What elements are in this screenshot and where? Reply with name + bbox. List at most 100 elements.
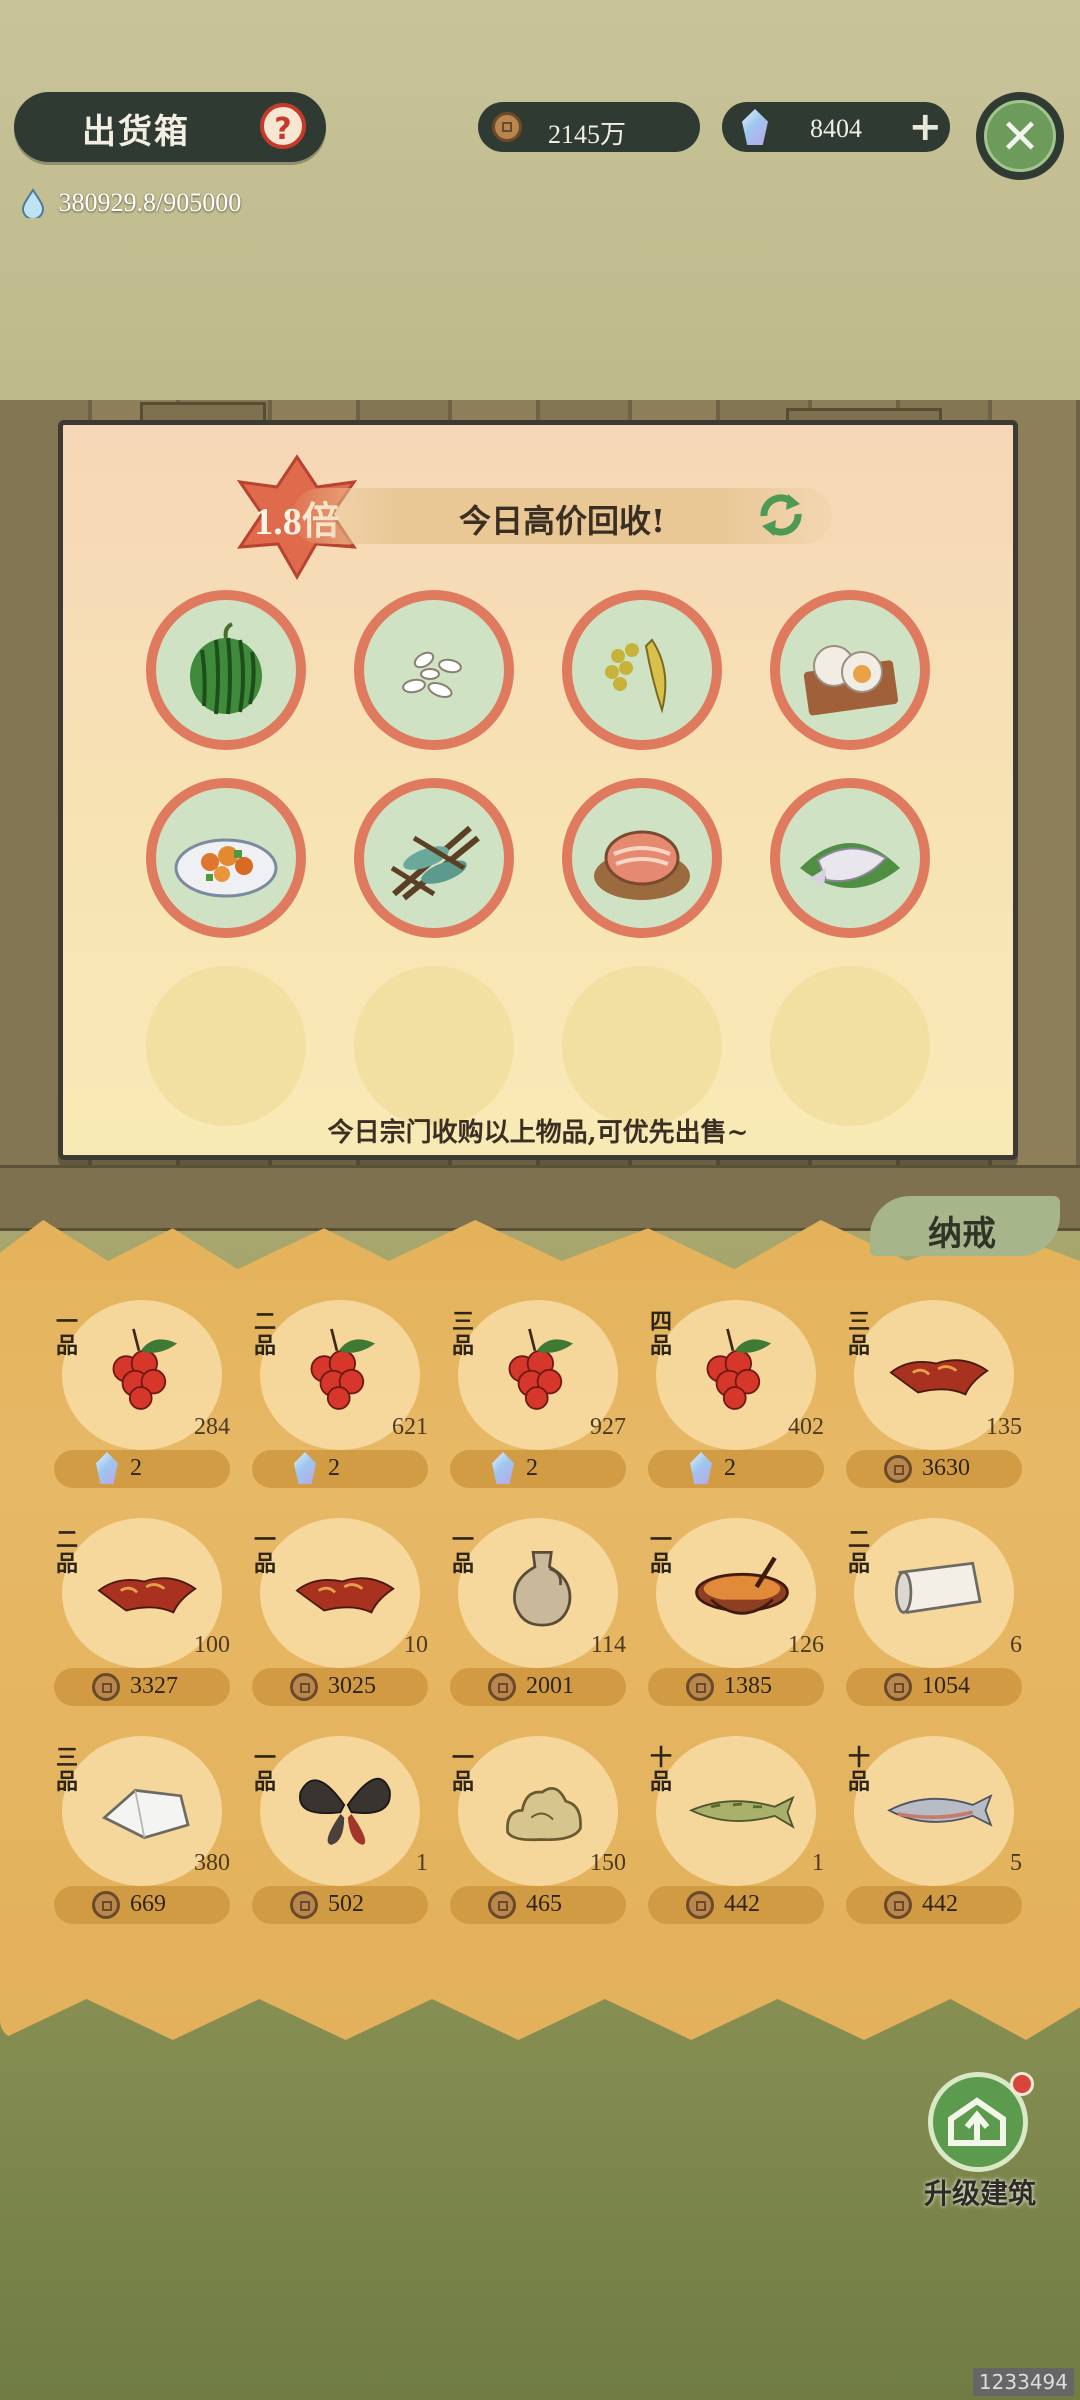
item-grade: 三品 xyxy=(451,1309,474,1359)
inventory-item[interactable]: 二品 6 1054 xyxy=(846,1518,1022,1716)
item-price: 3327 xyxy=(54,1668,230,1706)
fish-on-leaf-icon xyxy=(800,843,900,888)
gem-icon xyxy=(96,1452,118,1484)
item-price: 669 xyxy=(54,1886,230,1924)
recommended-slot[interactable] xyxy=(770,590,930,750)
empty-recommended-slot xyxy=(146,966,306,1126)
item-price: 502 xyxy=(252,1886,428,1924)
item-count: 284 xyxy=(194,1414,230,1440)
item-price-value: 442 xyxy=(724,1891,760,1917)
item-price-value: 2 xyxy=(130,1455,142,1481)
coin-icon xyxy=(92,1673,120,1701)
item-price: 442 xyxy=(846,1886,1022,1924)
refresh-icon[interactable] xyxy=(752,486,810,544)
recommended-slot[interactable] xyxy=(562,778,722,938)
notification-dot xyxy=(1010,2072,1034,2096)
item-price: 442 xyxy=(648,1886,824,1924)
inventory-item[interactable]: 二品 100 3327 xyxy=(54,1518,230,1716)
item-count: 1 xyxy=(416,1850,428,1876)
item-price: 2 xyxy=(252,1450,428,1488)
coin-value: 2145万 xyxy=(548,120,627,149)
item-count: 6 xyxy=(1010,1632,1022,1658)
item-count: 402 xyxy=(788,1414,824,1440)
gem-icon xyxy=(492,1452,514,1484)
inventory-item[interactable]: 一品 126 1385 xyxy=(648,1518,824,1716)
inventory-item[interactable]: 三品 135 3630 xyxy=(846,1300,1022,1498)
inventory-item[interactable]: 四品 402 2 xyxy=(648,1300,824,1498)
item-price: 3025 xyxy=(252,1668,428,1706)
item-price-value: 669 xyxy=(130,1891,166,1917)
recommended-slot[interactable] xyxy=(146,590,306,750)
inventory-item[interactable]: 十品 5 442 xyxy=(846,1736,1022,1934)
coin-icon xyxy=(884,1891,912,1919)
item-price: 1054 xyxy=(846,1668,1022,1706)
item-grade: 三品 xyxy=(55,1745,78,1795)
item-price: 465 xyxy=(450,1886,626,1924)
empty-recommended-slot xyxy=(562,966,722,1126)
item-grade: 十品 xyxy=(649,1745,672,1795)
red-berries-icon xyxy=(112,1328,178,1410)
high-price-banner: 今日高价回收! xyxy=(292,488,832,544)
salmon-fish-icon xyxy=(887,1793,993,1827)
grilled-fish-rack-icon xyxy=(390,825,480,901)
beast-hide-icon xyxy=(97,1577,197,1614)
coin-icon xyxy=(290,1673,318,1701)
coin-icon xyxy=(686,1891,714,1919)
beast-hide-icon xyxy=(295,1577,395,1614)
water-value: 380929.8/905000 xyxy=(58,188,242,218)
item-count: 1 xyxy=(812,1850,824,1876)
item-price-value: 3025 xyxy=(328,1673,376,1699)
close-button[interactable]: ✕ xyxy=(976,92,1064,180)
item-price-value: 2001 xyxy=(526,1673,574,1699)
spirit-water-readout: 380929.8/905000 xyxy=(20,186,241,220)
salmon-cut-icon xyxy=(594,830,690,900)
inventory-item[interactable]: 一品 1 502 xyxy=(252,1736,428,1934)
item-price-value: 1385 xyxy=(724,1673,772,1699)
item-price-value: 465 xyxy=(526,1891,562,1917)
recommended-slot[interactable] xyxy=(354,778,514,938)
item-price: 2 xyxy=(648,1450,824,1488)
empty-recommended-slot xyxy=(354,966,514,1126)
scallop-dish-icon xyxy=(803,645,899,716)
help-button[interactable]: ? xyxy=(260,103,306,149)
watermelon-icon xyxy=(190,622,262,715)
inventory-item[interactable]: 十品 1 442 xyxy=(648,1736,824,1934)
ore-pile-icon xyxy=(506,1786,582,1842)
soybeans-icon xyxy=(605,638,667,714)
upgrade-building-button[interactable]: 升级建筑 xyxy=(912,2072,1072,2212)
house-arrow-icon xyxy=(948,2097,1006,2146)
item-price-value: 3630 xyxy=(922,1455,970,1481)
inventory-item[interactable]: 三品 927 2 xyxy=(450,1300,626,1498)
recommended-slot[interactable] xyxy=(770,778,930,938)
item-price-value: 2 xyxy=(328,1455,340,1481)
coin-icon xyxy=(290,1891,318,1919)
item-price: 3630 xyxy=(846,1450,1022,1488)
item-grade: 一品 xyxy=(451,1527,474,1577)
top-bar: 出货箱 ? 380929.8/905000 2145万 8404 + ✕ xyxy=(0,0,1080,230)
item-count: 10 xyxy=(404,1632,428,1658)
inventory-item[interactable]: 一品 114 2001 xyxy=(450,1518,626,1716)
inventory-item[interactable]: 二品 621 2 xyxy=(252,1300,428,1498)
recommended-slot[interactable] xyxy=(562,590,722,750)
item-count: 126 xyxy=(788,1632,824,1658)
inventory-item[interactable]: 一品 284 2 xyxy=(54,1300,230,1498)
storage-ring-label: 纳戒 xyxy=(928,1214,996,1254)
item-price-value: 442 xyxy=(922,1891,958,1917)
item-grade: 一品 xyxy=(55,1309,78,1359)
recommended-slot[interactable] xyxy=(146,778,306,938)
recommended-slot[interactable] xyxy=(354,590,514,750)
add-gems-button[interactable]: + xyxy=(908,104,942,150)
board-note: 今日宗门收购以上物品,可优先出售~ xyxy=(327,1118,749,1148)
inventory-item[interactable]: 一品 10 3025 xyxy=(252,1518,428,1716)
inventory-item[interactable]: 一品 150 465 xyxy=(450,1736,626,1934)
item-grade: 二品 xyxy=(847,1527,870,1577)
item-count: 150 xyxy=(590,1850,626,1876)
shipping-box-title-pill: 出货箱 ? xyxy=(14,92,326,162)
page-title: 出货箱 xyxy=(82,112,190,152)
item-count: 5 xyxy=(1010,1850,1022,1876)
coin-icon xyxy=(488,1891,516,1919)
coin-icon xyxy=(492,112,522,142)
inventory-item[interactable]: 三品 380 669 xyxy=(54,1736,230,1934)
red-berries-icon xyxy=(310,1328,376,1410)
storage-ring-tab[interactable]: 纳戒 xyxy=(870,1196,1060,1256)
